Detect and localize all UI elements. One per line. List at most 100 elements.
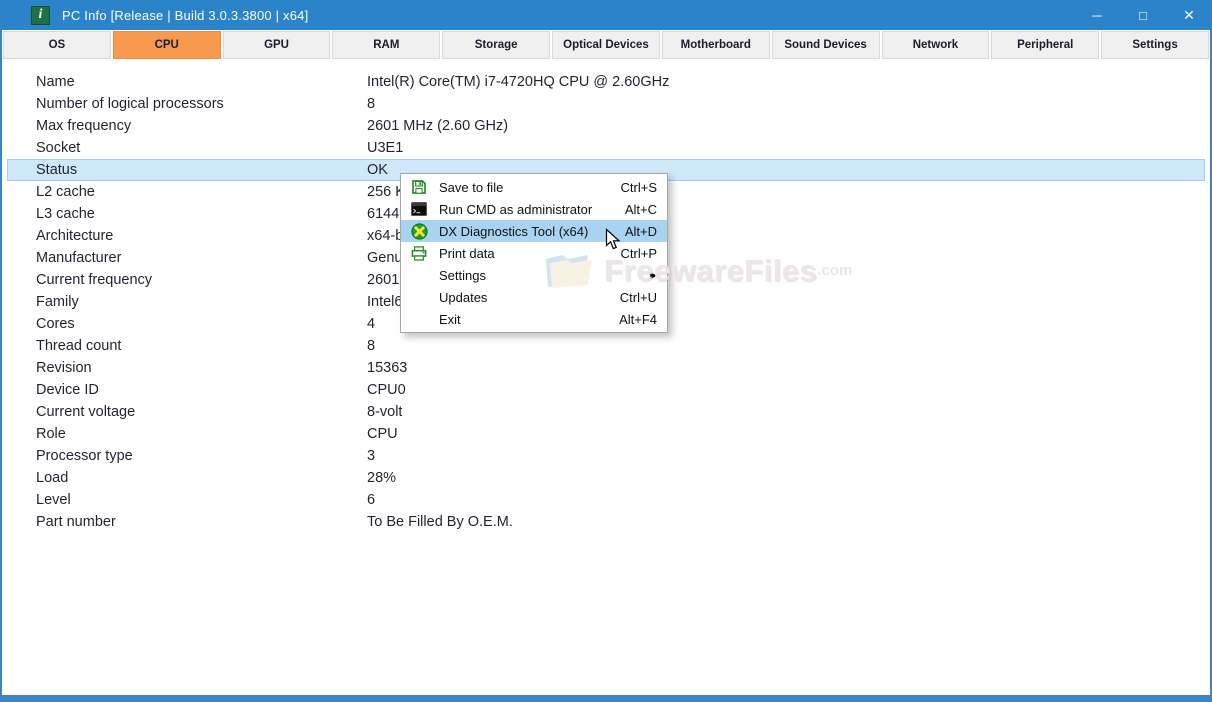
table-row-level[interactable]: Level6 bbox=[2, 489, 1210, 511]
table-row-thread-count[interactable]: Thread count 8 bbox=[2, 335, 1210, 357]
table-row-part-number[interactable]: Part number To Be Filled By O.E.M. bbox=[2, 511, 1210, 533]
close-button[interactable]: ✕ bbox=[1166, 0, 1212, 30]
menu-item-print-data[interactable]: Print dataCtrl+P bbox=[401, 242, 667, 264]
menu-item-label: Exit bbox=[432, 312, 619, 327]
row-label: Processor type bbox=[36, 445, 133, 467]
row-value: Genu bbox=[367, 247, 402, 269]
tab-label: Storage bbox=[475, 39, 518, 51]
row-value: 3 bbox=[367, 445, 375, 467]
table-row-socket[interactable]: Socket U3E1 bbox=[2, 137, 1210, 159]
tab-peripheral[interactable]: Peripheral bbox=[991, 31, 1099, 59]
save-icon bbox=[406, 179, 432, 195]
submenu-arrow-icon: ▶ bbox=[650, 270, 657, 281]
tab-os[interactable]: OS bbox=[3, 31, 111, 59]
menu-item-save-to-file[interactable]: Save to fileCtrl+S bbox=[401, 176, 667, 198]
row-label: Load bbox=[36, 467, 68, 489]
tab-label: Sound Devices bbox=[784, 39, 866, 51]
minimize-button[interactable]: ─ bbox=[1074, 0, 1120, 30]
row-label: Role bbox=[36, 423, 66, 445]
tab-label: OS bbox=[49, 39, 66, 51]
tab-ram[interactable]: RAM bbox=[332, 31, 440, 59]
table-row-processor-type[interactable]: Processor type 3 bbox=[2, 445, 1210, 467]
row-value: To Be Filled By O.E.M. bbox=[367, 511, 513, 533]
menu-item-shortcut: Ctrl+P bbox=[621, 246, 657, 261]
table-row-load[interactable]: Load28% bbox=[2, 467, 1210, 489]
row-value: 15363 bbox=[367, 357, 407, 379]
row-label: Part number bbox=[36, 511, 116, 533]
row-label: Current voltage bbox=[36, 401, 135, 423]
row-label: L3 cache bbox=[36, 203, 95, 225]
row-label: Manufacturer bbox=[36, 247, 121, 269]
row-value: 4 bbox=[367, 313, 375, 335]
row-label: Name bbox=[36, 71, 75, 93]
row-value: 8-volt bbox=[367, 401, 402, 423]
row-value: U3E1 bbox=[367, 137, 403, 159]
window-title: PC Info [Release | Build 3.0.3.3800 | x6… bbox=[62, 8, 308, 23]
tab-cpu[interactable]: CPU bbox=[113, 31, 221, 59]
menu-item-shortcut: Alt+F4 bbox=[619, 312, 657, 327]
row-label: Thread count bbox=[36, 335, 121, 357]
row-value: x64-b bbox=[367, 225, 403, 247]
app-window: i PC Info [Release | Build 3.0.3.3800 | … bbox=[0, 0, 1212, 702]
maximize-button[interactable]: □ bbox=[1120, 0, 1166, 30]
table-row-revision[interactable]: Revision 15363 bbox=[2, 357, 1210, 379]
menu-item-label: Run CMD as administrator bbox=[432, 202, 625, 217]
menu-item-exit[interactable]: ExitAlt+F4 bbox=[401, 308, 667, 330]
tab-label: CPU bbox=[155, 39, 179, 51]
menu-item-dx-diagnostics-tool-x64[interactable]: DX Diagnostics Tool (x64)Alt+D bbox=[401, 220, 667, 242]
menu-item-settings[interactable]: Settings▶ bbox=[401, 264, 667, 286]
row-label: Status bbox=[36, 159, 77, 181]
tab-label: Peripheral bbox=[1017, 39, 1073, 51]
row-label: Number of logical processors bbox=[36, 93, 224, 115]
row-value: CPU bbox=[367, 423, 398, 445]
row-value: OK bbox=[367, 159, 388, 181]
row-label: Cores bbox=[36, 313, 75, 335]
tab-bar: OS CPU GPURAM Storage Optical Devices Motherb… bbox=[2, 30, 1210, 61]
row-label: Max frequency bbox=[36, 115, 131, 137]
menu-item-label: Save to file bbox=[432, 180, 621, 195]
cmd-icon bbox=[406, 202, 432, 216]
menu-item-shortcut: Ctrl+S bbox=[621, 180, 657, 195]
table-row-device-id[interactable]: Device ID CPU0 bbox=[2, 379, 1210, 401]
row-label: Socket bbox=[36, 137, 80, 159]
tab-gpu[interactable]: GPU bbox=[223, 31, 331, 59]
row-value: 8 bbox=[367, 335, 375, 357]
menu-item-updates[interactable]: UpdatesCtrl+U bbox=[401, 286, 667, 308]
row-value: Intel6 bbox=[367, 291, 402, 313]
row-label: Revision bbox=[36, 357, 92, 379]
menu-item-run-cmd-as-administrator[interactable]: Run CMD as administratorAlt+C bbox=[401, 198, 667, 220]
tab-storage[interactable]: Storage bbox=[442, 31, 550, 59]
row-value: 2601 bbox=[367, 269, 399, 291]
row-value: 8 bbox=[367, 93, 375, 115]
tab-label: Motherboard bbox=[681, 39, 751, 51]
tab-settings[interactable]: Settings bbox=[1101, 31, 1209, 59]
menu-item-shortcut: Ctrl+U bbox=[620, 290, 657, 305]
table-row-name[interactable]: NameIntel(R) Core(TM) i7-4720HQ CPU @ 2.… bbox=[2, 71, 1210, 93]
tab-sound-devices[interactable]: Sound Devices bbox=[772, 31, 880, 59]
menu-item-shortcut: Alt+D bbox=[625, 224, 657, 239]
tab-motherboard[interactable]: Motherboard bbox=[662, 31, 770, 59]
context-menu: Save to fileCtrl+SRun CMD as administrat… bbox=[400, 173, 668, 333]
table-row-max-frequency[interactable]: Max frequency2601 MHz (2.60 GHz) bbox=[2, 115, 1210, 137]
menu-item-label: DX Diagnostics Tool (x64) bbox=[432, 224, 625, 239]
row-label: L2 cache bbox=[36, 181, 95, 203]
row-label: Family bbox=[36, 291, 79, 313]
tab-label: Network bbox=[913, 39, 958, 51]
row-value: 6144 bbox=[367, 203, 399, 225]
tab-optical-devices[interactable]: Optical Devices bbox=[552, 31, 660, 59]
row-value: CPU0 bbox=[367, 379, 406, 401]
dx-icon bbox=[406, 223, 432, 240]
title-bar[interactable]: i PC Info [Release | Build 3.0.3.3800 | … bbox=[0, 0, 1212, 30]
app-icon: i bbox=[31, 6, 50, 25]
menu-item-shortcut: Alt+C bbox=[625, 202, 657, 217]
row-label: Device ID bbox=[36, 379, 99, 401]
caption-buttons: ─ □ ✕ bbox=[1074, 0, 1212, 30]
printer-icon bbox=[406, 246, 432, 261]
tab-label: Optical Devices bbox=[563, 39, 649, 51]
table-row-role[interactable]: Role CPU bbox=[2, 423, 1210, 445]
menu-item-label: Print data bbox=[432, 246, 621, 261]
tab-network[interactable]: Network bbox=[882, 31, 990, 59]
table-row-number-of-logical-processors[interactable]: Number of logical processors 8 bbox=[2, 93, 1210, 115]
table-row-current-voltage[interactable]: Current voltage 8-volt bbox=[2, 401, 1210, 423]
tab-label: Settings bbox=[1132, 39, 1177, 51]
